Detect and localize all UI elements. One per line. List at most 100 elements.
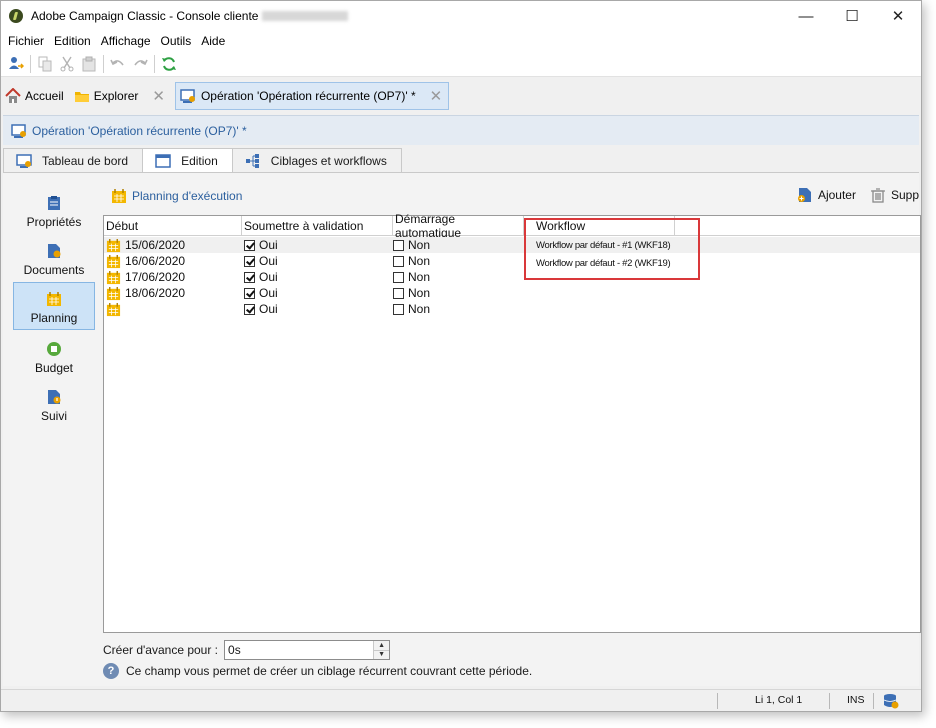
auto-start-checkbox[interactable] — [393, 287, 404, 299]
tab-tableau-de-bord[interactable]: Tableau de bord — [3, 148, 144, 172]
auto-start-checkbox[interactable] — [393, 255, 404, 267]
column-validation[interactable]: Soumettre à validation — [242, 216, 393, 236]
nav-documents[interactable]: Documents — [13, 233, 95, 281]
close-tab-icon[interactable]: ✕ — [152, 87, 165, 105]
tab-label: Ciblages et workflows — [270, 153, 387, 168]
column-demarrage-auto[interactable]: Démarrage automatique — [393, 212, 524, 240]
auto-start-value: Non — [408, 270, 431, 284]
tab-label: Explorer — [93, 89, 139, 103]
spin-up-icon[interactable]: ▲ — [374, 641, 390, 651]
tab-label: Edition — [181, 154, 218, 168]
menu-aide[interactable]: Aide — [196, 34, 230, 48]
validation-cell[interactable]: Oui — [244, 301, 278, 317]
paste-button[interactable] — [78, 53, 100, 75]
close-window-button[interactable]: ✕ — [875, 1, 921, 31]
column-workflow[interactable]: Workflow — [524, 216, 675, 236]
dashboard-icon — [16, 153, 32, 168]
validation-checkbox[interactable] — [244, 287, 255, 299]
validation-value: Oui — [259, 254, 278, 268]
table-row[interactable]: 16/06/2020 Oui Non Workflow par défaut -… — [104, 253, 920, 269]
status-bar: Li 1, Col 1 INS — [1, 689, 921, 711]
menu-edition[interactable]: Edition — [49, 34, 96, 48]
validation-checkbox[interactable] — [244, 303, 255, 315]
table-row[interactable]: Oui Non — [104, 301, 920, 317]
validation-value: Oui — [259, 238, 278, 252]
cut-button[interactable] — [56, 53, 78, 75]
validation-cell[interactable]: Oui — [244, 253, 278, 269]
start-date: 17/06/2020 — [125, 270, 186, 284]
delete-button[interactable]: Supp — [870, 187, 919, 203]
auto-start-cell[interactable]: Non — [393, 301, 430, 317]
table-row[interactable]: 17/06/2020 Oui Non — [104, 269, 920, 285]
tab-accueil[interactable]: Accueil — [1, 82, 70, 110]
minimize-button[interactable]: — — [783, 1, 829, 31]
grid-header: Début Soumettre à validation Démarrage a… — [104, 212, 920, 240]
validation-cell[interactable]: Oui — [244, 237, 278, 253]
planning-actions: Ajouter Supp — [783, 187, 919, 203]
validation-cell[interactable]: Oui — [244, 285, 278, 301]
validation-value: Oui — [259, 302, 278, 316]
tab-operation[interactable]: Opération 'Opération récurrente (OP7)' *… — [174, 82, 450, 110]
auto-start-value: Non — [408, 238, 431, 252]
title-bar[interactable]: Adobe Campaign Classic - Console cliente… — [1, 1, 921, 31]
table-row[interactable]: 15/06/2020 Oui Non Workflow par défaut -… — [104, 237, 920, 253]
spin-down-icon[interactable]: ▼ — [374, 650, 390, 659]
calendar-icon — [106, 286, 121, 300]
validation-checkbox[interactable] — [244, 255, 255, 267]
validation-cell[interactable]: Oui — [244, 269, 278, 285]
toolbar-separator — [103, 54, 104, 73]
auto-start-checkbox[interactable] — [393, 271, 404, 283]
operation-icon — [11, 123, 26, 138]
nav-label: Suivi — [40, 409, 67, 423]
tab-label: Tableau de bord — [42, 153, 129, 168]
tab-label: Accueil — [25, 89, 64, 103]
nav-proprietes[interactable]: Propriétés — [13, 185, 95, 233]
auto-start-checkbox[interactable] — [393, 239, 404, 251]
menu-bar: Fichier Edition Affichage Outils Aide — [1, 31, 921, 51]
user-connect-button[interactable] — [5, 53, 27, 75]
menu-affichage[interactable]: Affichage — [96, 34, 156, 48]
auto-start-cell[interactable]: Non — [393, 237, 430, 253]
trash-icon — [870, 188, 885, 203]
advance-spinner[interactable]: ▲ ▼ — [373, 641, 390, 659]
toolbar-separator — [30, 54, 31, 73]
tab-explorer[interactable]: Explorer ✕ — [70, 82, 171, 110]
copy-icon — [38, 56, 52, 71]
nav-label: Planning — [30, 311, 78, 325]
auto-start-cell[interactable]: Non — [393, 285, 430, 301]
workflow-link[interactable]: Workflow par défaut - #1 (WKF18) — [536, 237, 671, 253]
validation-checkbox[interactable] — [244, 239, 255, 251]
auto-start-value: Non — [408, 286, 431, 300]
menu-fichier[interactable]: Fichier — [3, 34, 49, 48]
copy-button[interactable] — [34, 53, 56, 75]
close-tab-icon[interactable]: ✕ — [430, 87, 443, 105]
table-row[interactable]: 18/06/2020 Oui Non — [104, 285, 920, 301]
auto-start-cell[interactable]: Non — [393, 253, 430, 269]
add-button[interactable]: Ajouter — [797, 187, 856, 203]
nav-budget[interactable]: Budget — [13, 331, 95, 379]
auto-start-checkbox[interactable] — [393, 303, 404, 315]
undo-button[interactable] — [107, 53, 129, 75]
advance-duration-input[interactable]: 0s ▲ ▼ — [224, 640, 391, 660]
maximize-button[interactable]: ☐ — [829, 1, 875, 31]
auto-start-cell[interactable]: Non — [393, 269, 430, 285]
tab-ciblages-et-workflows[interactable]: Ciblages et workflows — [231, 148, 402, 172]
planning-grid[interactable]: Début Soumettre à validation Démarrage a… — [103, 212, 921, 633]
auto-start-value: Non — [408, 254, 431, 268]
start-cell: 16/06/2020 — [106, 253, 185, 269]
edit-form-icon — [155, 154, 171, 168]
add-document-icon — [797, 188, 811, 202]
validation-checkbox[interactable] — [244, 271, 255, 283]
start-cell: 15/06/2020 — [106, 237, 185, 253]
database-icon — [883, 694, 899, 709]
menu-outils[interactable]: Outils — [156, 34, 197, 48]
nav-planning[interactable]: Planning — [13, 282, 95, 330]
home-icon — [5, 88, 21, 103]
tab-edition[interactable]: Edition — [142, 148, 233, 173]
object-title: Opération 'Opération récurrente (OP7)' * — [32, 123, 247, 138]
refresh-button[interactable] — [158, 53, 180, 75]
redo-button[interactable] — [129, 53, 151, 75]
start-date: 16/06/2020 — [125, 254, 186, 268]
nav-suivi[interactable]: Suivi — [13, 379, 95, 427]
column-debut[interactable]: Début — [104, 216, 242, 236]
